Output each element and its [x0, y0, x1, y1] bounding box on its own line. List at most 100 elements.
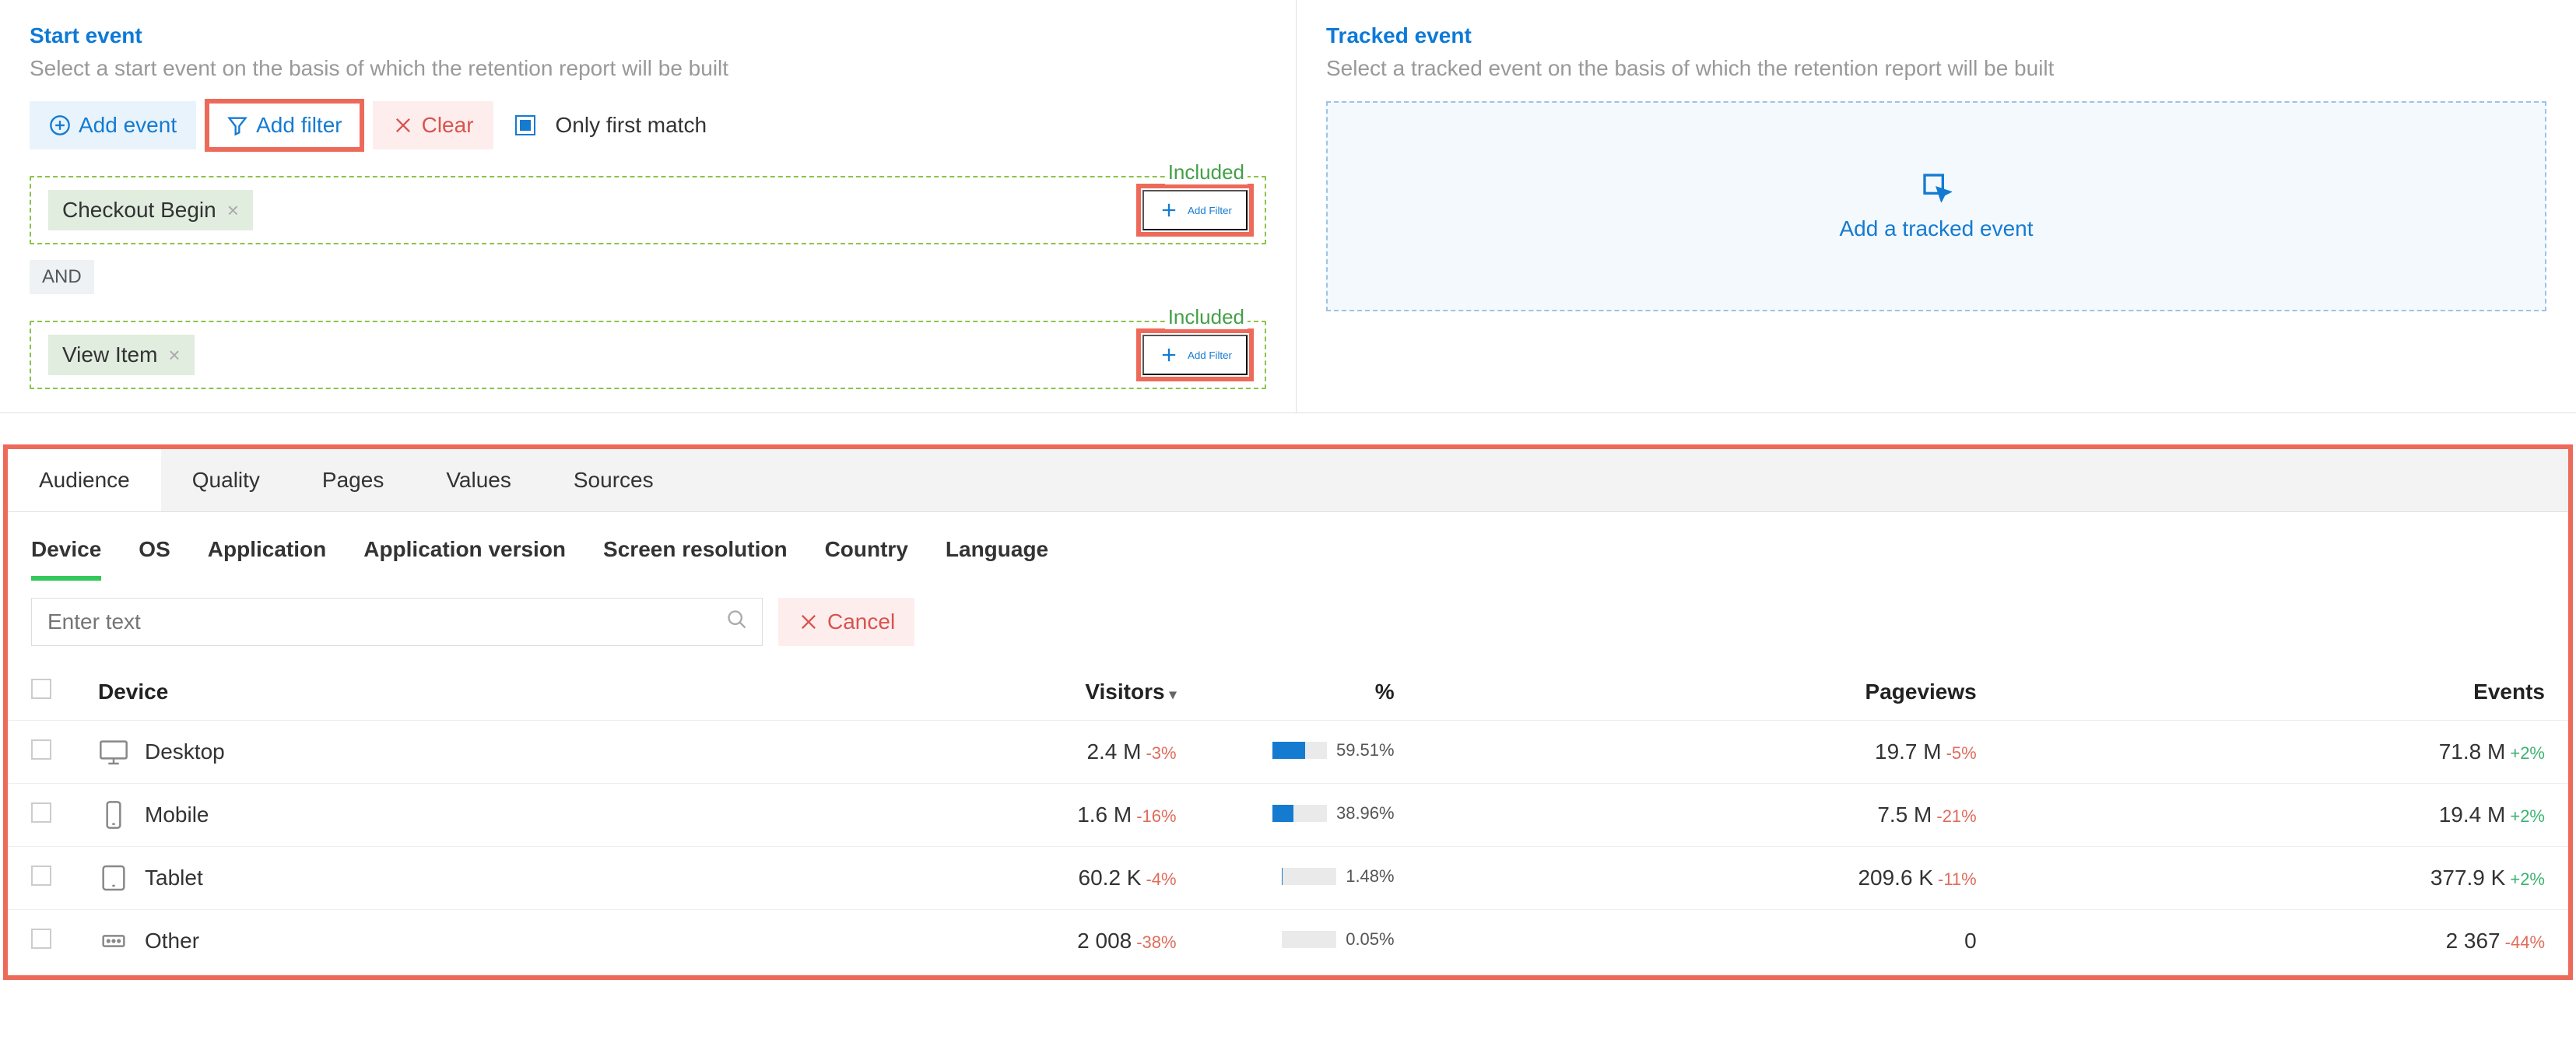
pageviews-value: 19.7 M [1875, 739, 1942, 764]
row-checkbox[interactable] [31, 802, 51, 823]
add-filter-button[interactable]: Add filter [207, 101, 362, 149]
tab-audience[interactable]: Audience [8, 449, 161, 511]
percent-value: 0.05% [1346, 929, 1394, 950]
visitors-value: 2 008 [1077, 929, 1132, 953]
search-input[interactable] [32, 599, 712, 645]
device-table: Device Visitors▾ % Pageviews Events Desk… [8, 663, 2568, 972]
percent-bar: 0.05% [1282, 929, 1394, 950]
table-row[interactable]: Other 2 008-38% 0.05% 0 2 367-44% [8, 910, 2568, 973]
col-device[interactable]: Device [75, 663, 686, 721]
device-name: Tablet [145, 866, 203, 890]
subtab-device[interactable]: Device [31, 537, 101, 581]
included-label: Included [1165, 160, 1248, 184]
included-label: Included [1165, 305, 1248, 329]
other-icon [98, 925, 129, 957]
search-icon[interactable] [712, 609, 762, 636]
subtab-application[interactable]: Application [208, 537, 326, 581]
pageviews-value: 7.5 M [1877, 802, 1932, 827]
add-row-filter-label: Add Filter [1188, 349, 1232, 361]
tracked-event-title: Tracked event [1326, 23, 2546, 48]
subtab-os[interactable]: OS [139, 537, 170, 581]
mobile-icon [98, 799, 129, 830]
events-value: 19.4 M [2439, 802, 2506, 827]
plus-icon [1158, 344, 1180, 366]
delta-value: -21% [1936, 806, 1976, 826]
table-row[interactable]: Mobile1.6 M-16%38.96%7.5 M-21%19.4 M+2% [8, 784, 2568, 847]
start-event-subtitle: Select a start event on the basis of whi… [30, 56, 1266, 81]
device-name: Desktop [145, 739, 225, 764]
delta-value: -11% [1938, 869, 1977, 889]
remove-event-icon[interactable]: × [168, 343, 180, 367]
delta-value: -44% [2505, 932, 2545, 952]
select-all-checkbox[interactable] [31, 679, 51, 699]
plus-icon [1158, 199, 1180, 221]
plus-circle-icon [49, 114, 71, 136]
delta-value: +2% [2510, 806, 2545, 826]
col-pageviews[interactable]: Pageviews [1418, 663, 2000, 721]
tab-pages[interactable]: Pages [291, 449, 415, 511]
delta-value: -38% [1136, 932, 1176, 952]
tab-sources[interactable]: Sources [542, 449, 685, 511]
event-chip[interactable]: View Item × [48, 335, 195, 375]
table-row[interactable]: Tablet 60.2 K-4% 1.48% 209.6 K-11% 377.9 K+2… [8, 847, 2568, 910]
tab-quality[interactable]: Quality [161, 449, 291, 511]
add-event-label: Add event [79, 113, 177, 138]
only-first-match-label: Only first match [556, 113, 707, 138]
x-icon [798, 611, 819, 633]
sort-desc-icon: ▾ [1170, 687, 1177, 702]
delta-value: -4% [1146, 869, 1176, 889]
events-value: 377.9 K [2430, 866, 2506, 890]
pageviews-value: 0 [1964, 929, 1977, 953]
only-first-match-checkbox[interactable] [515, 115, 535, 135]
cursor-square-icon [1921, 171, 1952, 202]
pageviews-value: 209.6 K [1858, 866, 1933, 890]
percent-value: 59.51% [1336, 740, 1395, 760]
tracked-event-subtitle: Select a tracked event on the basis of w… [1326, 56, 2546, 81]
clear-button[interactable]: Clear [373, 101, 493, 149]
add-row-filter-label: Add Filter [1188, 205, 1232, 216]
events-value: 2 367 [2446, 929, 2501, 953]
delta-value: -5% [1946, 743, 1977, 763]
percent-value: 1.48% [1346, 866, 1394, 887]
col-percent[interactable]: % [1200, 663, 1418, 721]
clear-label: Clear [422, 113, 474, 138]
table-row[interactable]: Desktop2.4 M-3%59.51%19.7 M-5%71.8 M+2% [8, 721, 2568, 784]
add-filter-label: Add filter [256, 113, 342, 138]
main-tabs: Audience Quality Pages Values Sources [8, 449, 2568, 512]
cancel-label: Cancel [827, 609, 895, 634]
event-block: Included View Item × Add Filter [30, 321, 1266, 389]
remove-event-icon[interactable]: × [227, 198, 239, 223]
subtab-app-version[interactable]: Application version [363, 537, 566, 581]
filter-results-panel: Audience Quality Pages Values Sources De… [8, 449, 2568, 975]
x-icon [392, 114, 414, 136]
subtab-resolution[interactable]: Screen resolution [603, 537, 788, 581]
delta-value: -16% [1136, 806, 1176, 826]
cancel-button[interactable]: Cancel [778, 598, 914, 646]
tracked-event-panel: Tracked event Select a tracked event on … [1297, 0, 2576, 413]
row-checkbox[interactable] [31, 866, 51, 886]
and-operator: AND [30, 260, 94, 294]
visitors-value: 60.2 K [1079, 866, 1142, 890]
add-row-filter-button[interactable]: Add Filter [1142, 335, 1248, 375]
subtab-language[interactable]: Language [946, 537, 1048, 581]
delta-value: +2% [2510, 869, 2545, 889]
subtab-country[interactable]: Country [825, 537, 908, 581]
row-checkbox[interactable] [31, 739, 51, 760]
percent-bar: 1.48% [1282, 866, 1394, 887]
col-events[interactable]: Events [2000, 663, 2568, 721]
row-checkbox[interactable] [31, 929, 51, 949]
add-event-button[interactable]: Add event [30, 101, 196, 149]
device-name: Other [145, 929, 199, 953]
event-chip-label: Checkout Begin [62, 198, 216, 223]
add-tracked-event-dropzone[interactable]: Add a tracked event [1326, 101, 2546, 311]
col-visitors[interactable]: Visitors▾ [686, 663, 1200, 721]
desktop-icon [98, 736, 129, 767]
funnel-icon [226, 114, 248, 136]
tab-values[interactable]: Values [415, 449, 542, 511]
add-row-filter-button[interactable]: Add Filter [1142, 190, 1248, 230]
events-value: 71.8 M [2439, 739, 2506, 764]
event-chip[interactable]: Checkout Begin × [48, 190, 253, 230]
sub-tabs: Device OS Application Application versio… [8, 512, 2568, 581]
search-box [31, 598, 763, 646]
visitors-value: 1.6 M [1077, 802, 1132, 827]
